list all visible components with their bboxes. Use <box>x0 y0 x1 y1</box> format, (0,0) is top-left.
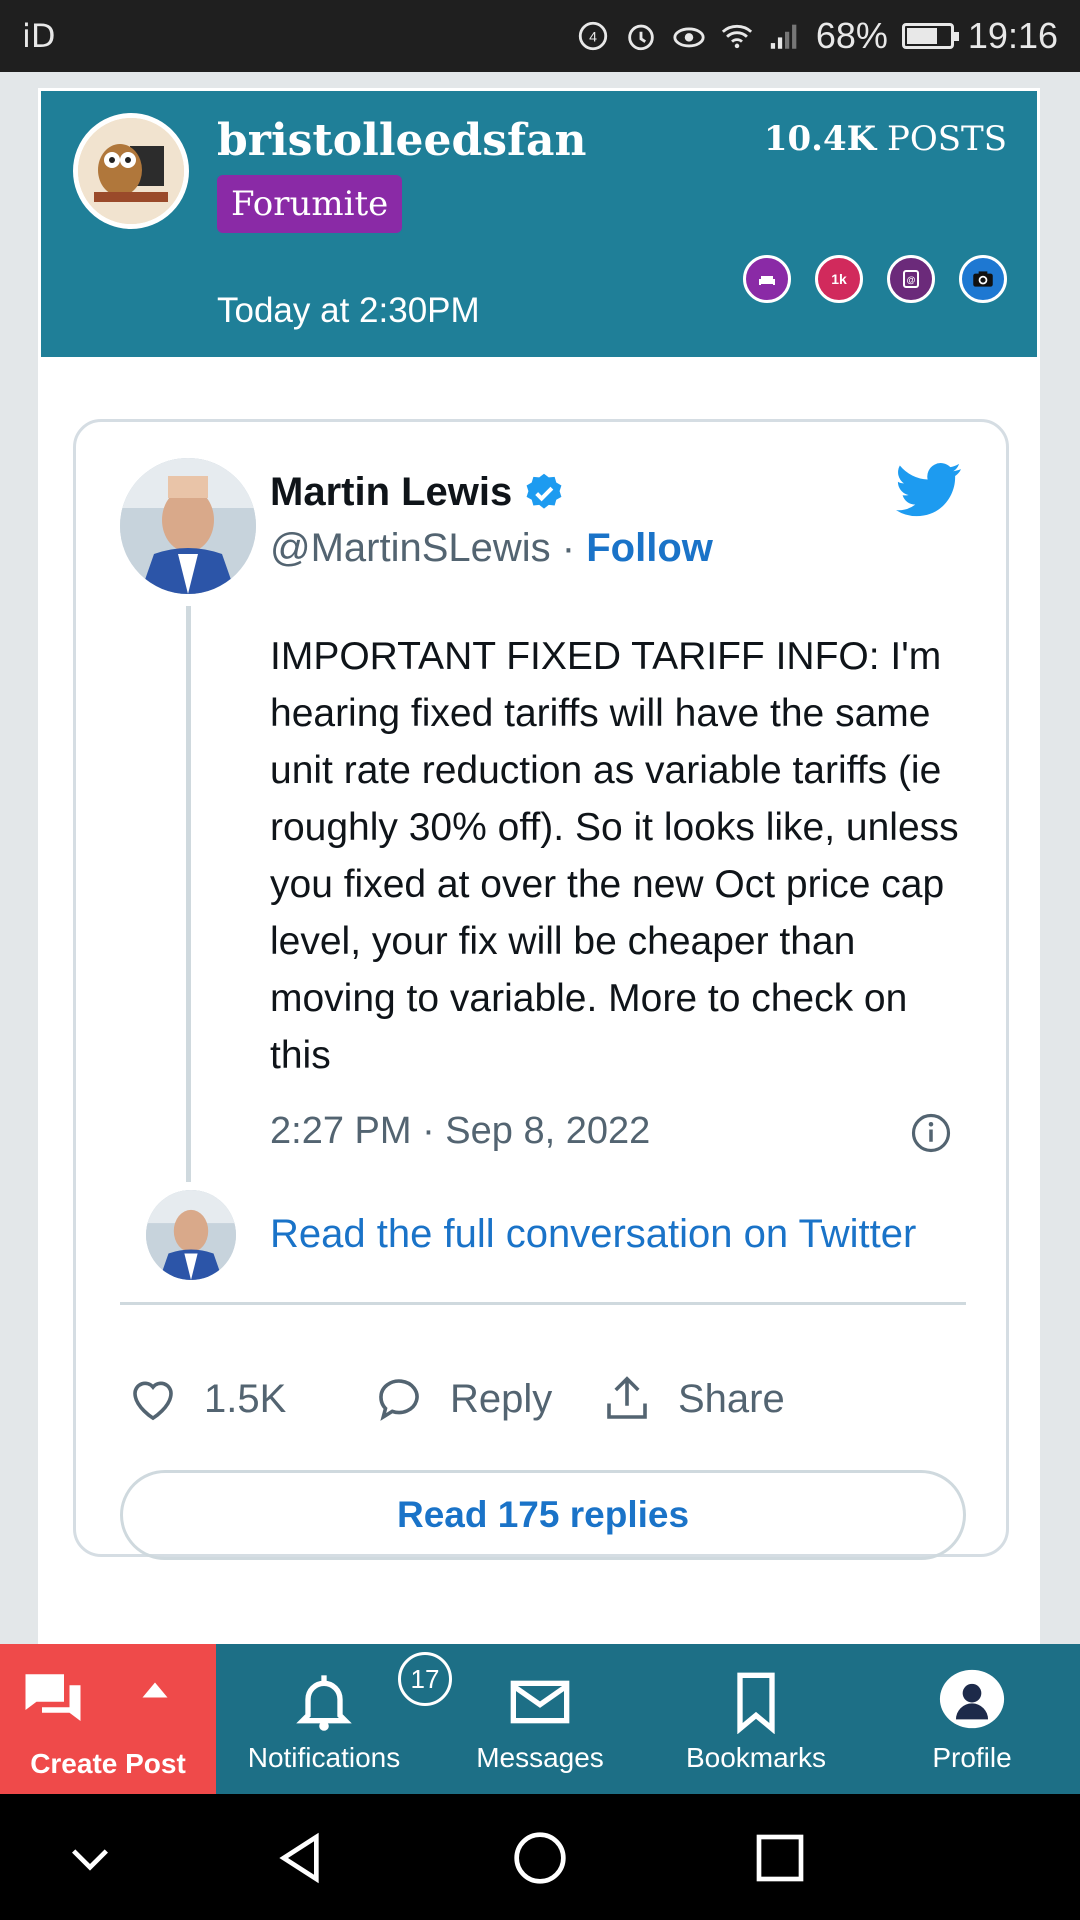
camera-icon[interactable] <box>959 255 1007 303</box>
tweet-author-avatar[interactable] <box>120 458 256 594</box>
tweet-timestamp[interactable]: 2:27 PM · Sep 8, 2022 <box>270 1110 650 1153</box>
post-timestamp[interactable]: Today at 2:30PM <box>217 291 480 331</box>
share-icon <box>607 1376 647 1419</box>
reply-button[interactable]: Reply <box>372 1372 552 1426</box>
caret-up-icon <box>142 1682 168 1698</box>
user-avatar[interactable] <box>73 113 189 229</box>
bookmark-icon <box>737 1672 775 1734</box>
profile-avatar-icon <box>939 1669 1005 1729</box>
martin-lewis-photo <box>120 458 256 594</box>
address-book-icon[interactable]: @ <box>887 255 935 303</box>
svg-text:4: 4 <box>589 30 597 46</box>
battery-icon <box>901 23 959 49</box>
chat-bubbles-icon <box>25 1674 81 1721</box>
username[interactable]: bristolleedsfan <box>217 115 587 166</box>
twitter-bird-icon[interactable] <box>896 462 962 518</box>
owl-avatar-image <box>78 118 184 224</box>
like-count: 1.5K <box>204 1376 287 1421</box>
wifi-icon <box>721 24 752 49</box>
conversation-avatar <box>146 1190 236 1280</box>
thread-line <box>186 606 191 1182</box>
read-replies-button[interactable]: Read 175 replies <box>120 1470 966 1560</box>
bookmarks-label: Bookmarks <box>685 1742 827 1773</box>
tweet-handle-text[interactable]: @MartinSLewis <box>270 526 551 570</box>
tweet-author-name: Martin Lewis <box>270 470 513 514</box>
tweet-text: IMPORTANT FIXED TARIFF INFO: I'm hearing… <box>270 635 959 1077</box>
rank-badge: Forumite <box>217 175 403 233</box>
create-post-button[interactable]: Create Post <box>0 1644 216 1794</box>
divider <box>120 1302 966 1305</box>
profile-label: Profile <box>932 1742 1012 1773</box>
back-icon[interactable] <box>272 1830 328 1886</box>
post-card: bristolleedsfan Forumite 10.4K POSTS 1k … <box>38 88 1040 1648</box>
trophy-list: 1k @ <box>743 255 1007 303</box>
home-icon[interactable] <box>512 1830 568 1886</box>
clock: 19:16 <box>967 15 1058 56</box>
bell-icon <box>296 1675 352 1731</box>
martin-lewis-photo-small <box>146 1190 236 1280</box>
share-label: Share <box>678 1376 785 1421</box>
nav-messages[interactable]: Messages <box>432 1644 648 1794</box>
1k-badge-icon[interactable]: 1k <box>815 255 863 303</box>
notifications-label: Notifications <box>247 1742 401 1773</box>
posts-count-value: 10.4K <box>763 119 877 159</box>
envelope-icon <box>510 1680 570 1724</box>
svg-text:@: @ <box>907 275 916 285</box>
reply-label: Reply <box>450 1376 553 1421</box>
system-nav-bar <box>0 1794 1080 1920</box>
rank-label: Forumite <box>231 184 389 224</box>
bottom-nav: Create Post Notifications 17 Messages Bo… <box>0 1644 1080 1794</box>
posts-label: POSTS <box>886 119 1007 159</box>
alarm-icon <box>628 24 654 51</box>
create-post-label: Create Post <box>30 1748 186 1779</box>
like-button[interactable]: 1.5K <box>126 1372 286 1426</box>
carrier-label: iD <box>22 17 56 55</box>
status-bar: iD 4 68% 19:16 <box>0 0 1080 72</box>
posts-count: 10.4K POSTS <box>764 119 1007 159</box>
reply-bubble-icon <box>379 1379 419 1421</box>
battery-level <box>906 28 937 44</box>
info-icon[interactable] <box>910 1112 952 1154</box>
chevron-down-icon[interactable] <box>62 1830 118 1886</box>
follow-button[interactable]: Follow <box>586 526 713 570</box>
share-button[interactable]: Share <box>600 1372 785 1426</box>
verified-badge-icon <box>526 473 562 509</box>
messages-label: Messages <box>476 1742 604 1773</box>
battery-percent: 68% <box>815 15 888 56</box>
heart-icon <box>133 1381 173 1421</box>
tweet-author[interactable]: Martin Lewis <box>270 470 566 515</box>
nav-profile[interactable]: Profile <box>864 1644 1080 1794</box>
armchair-icon[interactable] <box>743 255 791 303</box>
recents-icon[interactable] <box>752 1830 808 1886</box>
post-header: bristolleedsfan Forumite 10.4K POSTS 1k … <box>41 91 1037 357</box>
signal-icon <box>770 24 797 49</box>
nav-bookmarks[interactable]: Bookmarks <box>648 1644 864 1794</box>
data-saver-icon: 4 <box>578 21 608 51</box>
read-replies-label: Read 175 replies <box>396 1494 690 1535</box>
tweet-handle: @MartinSLewis · Follow <box>270 526 713 570</box>
eye-comfort-icon <box>673 27 705 48</box>
read-conversation-link[interactable]: Read the full conversation on Twitter <box>270 1212 916 1257</box>
embedded-tweet: Martin Lewis @MartinSLewis · Follow IMPO… <box>73 419 1009 1560</box>
status-icons: 4 68% 19:16 <box>576 15 1058 57</box>
1k-badge-label: 1k <box>831 271 847 287</box>
